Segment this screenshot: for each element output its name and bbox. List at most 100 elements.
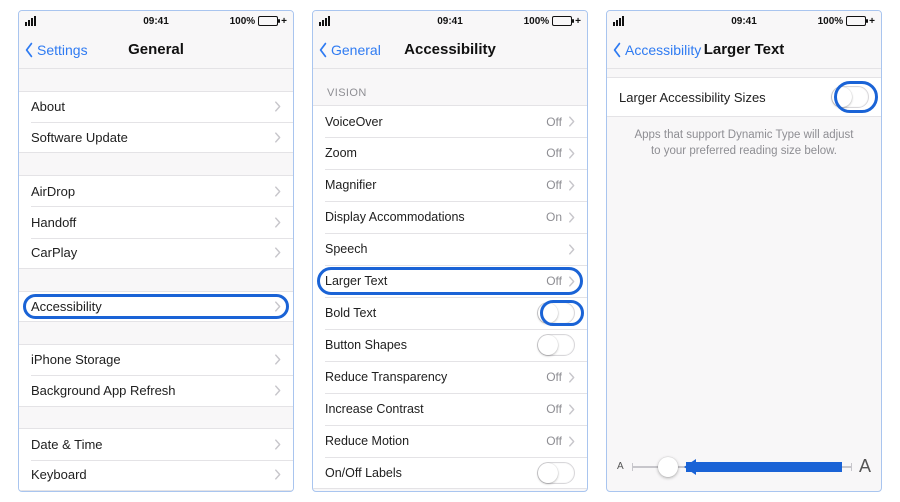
- charging-icon: +: [575, 16, 581, 27]
- cell-label: Software Update: [31, 130, 274, 145]
- nav-bar: Settings General: [19, 31, 293, 69]
- settings-row[interactable]: Button Shapes: [313, 329, 587, 361]
- settings-row[interactable]: ZoomOff: [313, 137, 587, 169]
- cell-label: iPhone Storage: [31, 352, 274, 367]
- settings-row[interactable]: Speech: [313, 233, 587, 265]
- slider-min-label: A: [617, 461, 624, 472]
- phone-screen-larger-text: 09:41 100% + Accessibility Larger Text L…: [606, 10, 882, 492]
- toggle-row-larger-accessibility-sizes[interactable]: Larger Accessibility Sizes: [607, 77, 881, 117]
- signal-icon: [319, 16, 330, 26]
- cell-label: Speech: [325, 242, 568, 256]
- chevron-right-icon: [274, 301, 281, 312]
- footnote-text: Apps that support Dynamic Type will adju…: [607, 117, 881, 159]
- back-button[interactable]: General: [313, 42, 381, 58]
- nav-bar: General Accessibility: [313, 31, 587, 69]
- slider-max-label: A: [859, 456, 871, 477]
- battery-icon: [552, 16, 572, 26]
- cell-value: Off: [546, 274, 562, 288]
- chevron-right-icon: [568, 372, 575, 383]
- cell-label: Larger Text: [325, 274, 546, 288]
- text-size-slider[interactable]: [632, 457, 851, 477]
- chevron-left-icon: [611, 42, 623, 58]
- settings-row[interactable]: Increase ContrastOff: [313, 393, 587, 425]
- cell-label: Background App Refresh: [31, 383, 274, 398]
- back-label: Settings: [37, 42, 88, 58]
- text-size-slider-area: A A: [607, 456, 881, 491]
- back-label: Accessibility: [625, 42, 701, 58]
- settings-row[interactable]: AirDrop: [19, 175, 293, 206]
- back-button[interactable]: Settings: [19, 42, 88, 58]
- settings-row[interactable]: Software Update: [19, 122, 293, 153]
- chevron-right-icon: [568, 436, 575, 447]
- cell-label: Increase Contrast: [325, 402, 546, 416]
- signal-icon: [25, 16, 36, 26]
- back-button[interactable]: Accessibility: [607, 42, 701, 58]
- settings-row[interactable]: MagnifierOff: [313, 169, 587, 201]
- settings-row[interactable]: Bold Text: [313, 297, 587, 329]
- cell-label: Magnifier: [325, 178, 546, 192]
- charging-icon: +: [281, 16, 287, 27]
- cell-label: CarPlay: [31, 245, 274, 260]
- chevron-right-icon: [568, 276, 575, 287]
- cell-label: VoiceOver: [325, 115, 546, 129]
- settings-row[interactable]: iPhone Storage: [19, 344, 293, 375]
- signal-icon: [613, 16, 624, 26]
- settings-row[interactable]: Date & Time: [19, 428, 293, 459]
- chevron-right-icon: [568, 212, 575, 223]
- charging-icon: +: [869, 16, 875, 27]
- settings-row[interactable]: Accessibility: [19, 291, 293, 323]
- chevron-right-icon: [568, 180, 575, 191]
- chevron-right-icon: [274, 186, 281, 197]
- chevron-right-icon: [568, 404, 575, 415]
- toggle-label: Larger Accessibility Sizes: [619, 90, 831, 105]
- chevron-right-icon: [274, 217, 281, 228]
- settings-row[interactable]: Display AccommodationsOn: [313, 201, 587, 233]
- settings-row[interactable]: Handoff: [19, 206, 293, 237]
- toggle-switch[interactable]: [831, 86, 869, 108]
- status-bar: 09:41 100% +: [313, 11, 587, 31]
- cell-label: Accessibility: [31, 299, 274, 314]
- chevron-right-icon: [274, 439, 281, 450]
- chevron-left-icon: [317, 42, 329, 58]
- back-label: General: [331, 42, 381, 58]
- chevron-right-icon: [568, 244, 575, 255]
- cell-value: Off: [546, 146, 562, 160]
- settings-list[interactable]: VISION VoiceOverOffZoomOffMagnifierOffDi…: [313, 69, 587, 491]
- cell-value: Off: [546, 115, 562, 129]
- cell-label: Reduce Motion: [325, 434, 546, 448]
- cell-label: Reduce Transparency: [325, 370, 546, 384]
- chevron-right-icon: [568, 148, 575, 159]
- settings-row[interactable]: CarPlay: [19, 238, 293, 269]
- battery-percent: 100%: [818, 16, 844, 27]
- toggle-switch[interactable]: [537, 302, 575, 324]
- settings-row[interactable]: VoiceOverOff: [313, 105, 587, 137]
- cell-value: On: [546, 210, 562, 224]
- cell-label: On/Off Labels: [325, 466, 537, 480]
- cell-label: About: [31, 99, 274, 114]
- settings-row[interactable]: Reduce TransparencyOff: [313, 361, 587, 393]
- battery-percent: 100%: [230, 16, 256, 27]
- settings-row[interactable]: Keyboard: [19, 460, 293, 491]
- settings-row[interactable]: Reduce MotionOff: [313, 425, 587, 457]
- nav-bar: Accessibility Larger Text: [607, 31, 881, 69]
- cell-value: Off: [546, 402, 562, 416]
- cell-label: Bold Text: [325, 306, 537, 320]
- battery-icon: [258, 16, 278, 26]
- cell-label: Zoom: [325, 146, 546, 160]
- settings-row[interactable]: Larger TextOff: [313, 265, 587, 297]
- cell-label: Handoff: [31, 215, 274, 230]
- settings-list[interactable]: About Software Update AirDrop Handoff CarPla…: [19, 69, 293, 491]
- toggle-switch[interactable]: [537, 334, 575, 356]
- settings-row[interactable]: About: [19, 91, 293, 122]
- chevron-left-icon: [23, 42, 35, 58]
- phone-screen-accessibility: 09:41 100% + General Accessibility VISIO…: [312, 10, 588, 492]
- phone-screen-general: 09:41 100% + Settings General AboutSoftw…: [18, 10, 294, 492]
- battery-percent: 100%: [524, 16, 550, 27]
- settings-row[interactable]: Background App Refresh: [19, 375, 293, 406]
- chevron-right-icon: [568, 116, 575, 127]
- settings-row[interactable]: On/Off Labels: [313, 457, 587, 489]
- toggle-switch[interactable]: [537, 462, 575, 484]
- arrow-overlay-icon: [686, 462, 842, 472]
- cell-value: Off: [546, 370, 562, 384]
- cell-label: AirDrop: [31, 184, 274, 199]
